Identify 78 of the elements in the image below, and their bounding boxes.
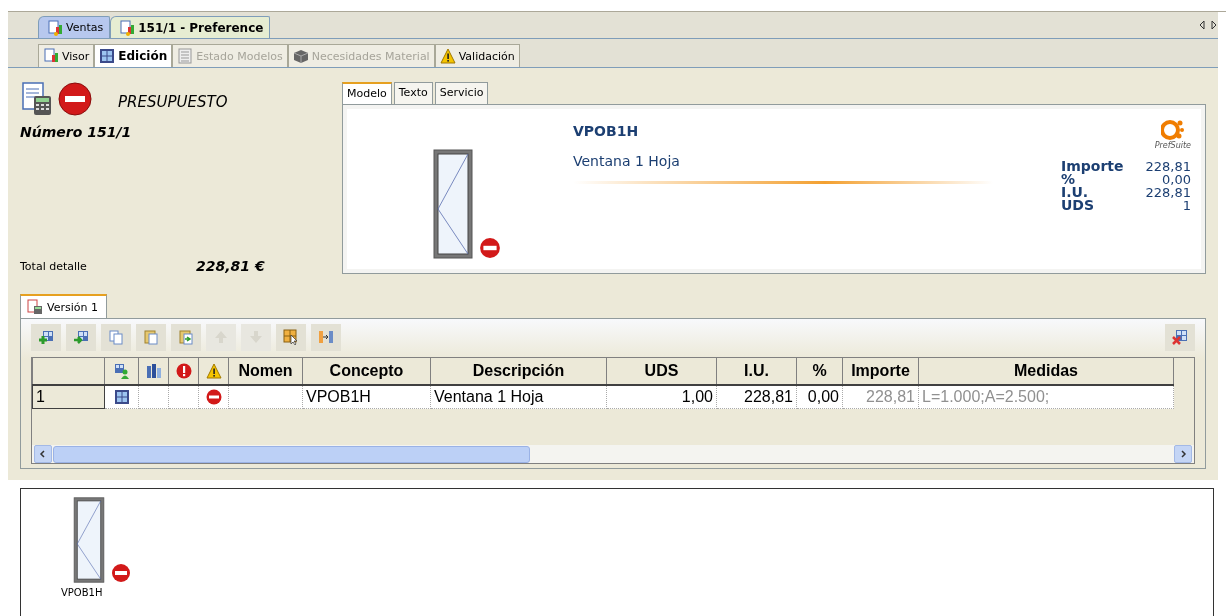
calculator-document-icon (20, 82, 54, 116)
model-tab[interactable]: Servicio (434, 82, 489, 104)
stop-icon (479, 237, 501, 259)
logo-text: PrefSuite (1154, 141, 1191, 150)
table-cell: L=1.000;A=2.500; (918, 385, 1174, 409)
summary-value: 1 (1181, 199, 1191, 212)
cube-icon (292, 48, 309, 64)
table-cell: 1,00 (606, 385, 717, 409)
document-chart-icon (47, 19, 63, 36)
grid-icon (99, 48, 116, 64)
column-header[interactable]: UDS (606, 358, 717, 385)
column-header[interactable]: Concepto (302, 358, 431, 385)
grid-arrow-icon (73, 329, 89, 345)
view-tab[interactable]: Validación (434, 44, 520, 67)
paste-icon (143, 329, 159, 345)
column-header[interactable]: I.U. (716, 358, 797, 385)
summary-value: 0,00 (1161, 173, 1191, 186)
delete-button[interactable] (1165, 323, 1195, 351)
document-tab[interactable]: 151/1 - Preference (110, 16, 271, 38)
document-chart-icon (43, 48, 59, 64)
total-label: Total detalle (20, 259, 88, 273)
scroll-arrows-icon[interactable] (1198, 20, 1218, 30)
total-value: 228,81 € (196, 258, 265, 274)
scroll-left-button[interactable] (34, 445, 52, 463)
move-button[interactable] (66, 323, 96, 351)
warning-icon (439, 48, 456, 64)
chevron-left-icon (38, 449, 48, 459)
warning-icon[interactable] (205, 363, 222, 379)
table-cell: VPOB1H (302, 385, 431, 409)
grid-person-icon[interactable] (113, 363, 130, 379)
version-tab[interactable]: Versión 1 (20, 294, 107, 318)
scrollbar-thumb[interactable] (53, 445, 530, 463)
summary-label: I.U. (1060, 186, 1090, 199)
list-icon (177, 48, 194, 64)
add-button[interactable] (31, 323, 61, 351)
paste-special-button[interactable] (171, 323, 201, 351)
columns-arrow-icon (318, 329, 334, 345)
model-tab[interactable]: Texto (393, 82, 433, 104)
logo-icon (1160, 119, 1185, 141)
document-title: PRESUPUESTO (118, 93, 228, 111)
model-code: VPOB1H (573, 123, 640, 139)
column-header[interactable]: Descripción (430, 358, 607, 385)
scroll-right-button[interactable] (1174, 445, 1192, 463)
paste-button[interactable] (136, 323, 166, 351)
column-header[interactable]: Nomen (228, 358, 303, 385)
grid-cursor-icon (283, 329, 299, 345)
model-tab[interactable]: Modelo (342, 82, 392, 105)
document-tab[interactable]: Ventas (38, 16, 111, 38)
summary-label: UDS (1060, 199, 1096, 212)
window-drawing[interactable] (71, 497, 107, 583)
stop-icon (205, 389, 222, 405)
grid-plus-icon (38, 329, 54, 345)
column-header[interactable]: % (796, 358, 843, 385)
column-header[interactable]: Importe (842, 358, 919, 385)
document-chart-icon (119, 19, 136, 36)
summary-value: 228,81 (1145, 160, 1191, 173)
view-tab[interactable]: Edición (94, 44, 173, 67)
model-description: Ventana 1 Hoja (573, 153, 681, 169)
summary-label: % (1060, 173, 1075, 186)
document-number: Número 151/1 (20, 124, 133, 140)
item-label: VPOB1H (61, 587, 103, 598)
books-icon[interactable] (145, 363, 162, 379)
split-button[interactable] (311, 323, 341, 351)
calculator-document-icon (27, 299, 43, 315)
summary-label: Importe (1060, 160, 1124, 173)
grid-icon (113, 389, 130, 405)
copy-icon (108, 329, 124, 345)
stop-icon (58, 82, 92, 116)
view-tab[interactable]: Visor (38, 44, 95, 67)
row-number: 1 (32, 385, 105, 409)
column-header[interactable]: Medidas (918, 358, 1174, 385)
stop-icon (111, 563, 131, 583)
error-icon[interactable] (175, 363, 192, 379)
chevron-right-icon (1178, 449, 1188, 459)
grid-delete-icon (1172, 329, 1188, 345)
select-button[interactable] (276, 323, 306, 351)
table-cell: Ventana 1 Hoja (430, 385, 607, 409)
summary-value: 228,81 (1145, 186, 1191, 199)
